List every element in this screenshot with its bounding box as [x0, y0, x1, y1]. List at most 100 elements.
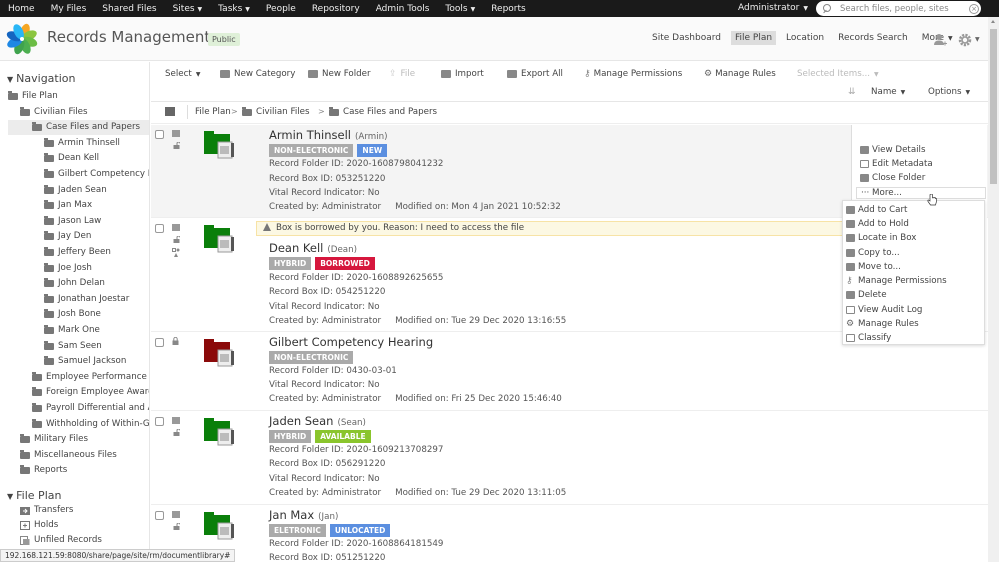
- gear-icon[interactable]: [958, 33, 972, 47]
- row-checkbox[interactable]: [155, 130, 164, 139]
- tree-item[interactable]: Case Files and Papers: [8, 120, 149, 136]
- action-close-folder[interactable]: Close Folder: [860, 173, 925, 183]
- tree-item[interactable]: Josh Bone: [44, 307, 101, 322]
- tree-item[interactable]: Mark One: [44, 323, 100, 338]
- menu-manage-permissions[interactable]: ⚷ Manage Permissions: [846, 274, 947, 287]
- tree-item[interactable]: Miscellaneous Files: [20, 448, 117, 463]
- record-title[interactable]: Jan Max (Jan): [269, 508, 338, 522]
- tree-item[interactable]: Joe Josh: [44, 261, 92, 276]
- tree-item[interactable]: Military Files: [20, 432, 88, 447]
- tree-item[interactable]: Jeffery Been: [44, 245, 111, 260]
- site-nav-location[interactable]: Location: [782, 31, 828, 45]
- tree-item[interactable]: Foreign Employee Award F: [32, 385, 149, 400]
- navigation-section-header[interactable]: ▼ Navigation: [7, 72, 76, 85]
- tree-item[interactable]: John Delan: [44, 276, 105, 291]
- clear-search-icon[interactable]: ×: [969, 3, 979, 14]
- user-menu[interactable]: Administrator ▼: [738, 0, 808, 17]
- tree-item[interactable]: Payroll Differential and Allo: [32, 401, 149, 416]
- sort-direction-button[interactable]: ⇊: [848, 87, 856, 97]
- menu-manage-rules[interactable]: ⚙ Manage Rules: [846, 317, 919, 330]
- row-checkbox[interactable]: [155, 417, 164, 426]
- tree-item[interactable]: Reports: [20, 463, 67, 478]
- tree-item[interactable]: Withholding of Within-Grad: [32, 417, 149, 432]
- import-button[interactable]: Import: [441, 69, 484, 79]
- nav-tasks[interactable]: Tasks ▼: [210, 4, 258, 14]
- tree-item[interactable]: Gilbert Competency He: [44, 167, 149, 182]
- scrollbar-thumb[interactable]: [990, 29, 997, 184]
- modified-on: Modified on: Fri 25 Dec 2020 15:46:40: [395, 394, 562, 404]
- search-input[interactable]: [840, 3, 965, 14]
- menu-move-to[interactable]: Move to...: [846, 260, 901, 273]
- tree-item[interactable]: Jay Den: [44, 229, 91, 244]
- tree-item[interactable]: Civilian Files: [20, 105, 88, 120]
- menu-locate-in-box[interactable]: Locate in Box: [846, 231, 916, 244]
- folder-icon: [44, 247, 54, 256]
- folder-icon: [32, 418, 42, 428]
- record-row[interactable]: Jaden Sean (Sean) HYBRID AVAILABLE Record…: [151, 412, 988, 505]
- site-nav-records-search[interactable]: Records Search: [834, 31, 912, 45]
- site-nav-file-plan[interactable]: File Plan: [730, 31, 777, 45]
- record-row[interactable]: Jan Max (Jan) ELETRONIC UNLOCATED Record …: [151, 506, 988, 562]
- join-site-user-icon[interactable]: [933, 33, 947, 47]
- menu-classify[interactable]: Classify: [846, 331, 891, 344]
- nav-people[interactable]: People: [258, 4, 304, 14]
- record-title[interactable]: Jaden Sean (Sean): [269, 414, 366, 428]
- fileplan-transfers[interactable]: Transfers: [20, 503, 73, 518]
- fileplan-unfiled-records[interactable]: Unfiled Records: [20, 533, 102, 548]
- menu-add-to-hold[interactable]: Add to Hold: [846, 217, 909, 230]
- selected-items-menu[interactable]: Selected Items... ▼: [797, 69, 879, 79]
- action-more-button[interactable]: ··· More...: [856, 187, 986, 199]
- options-menu[interactable]: Options ▼: [928, 87, 970, 97]
- page-scrollbar[interactable]: [988, 17, 999, 562]
- fileplan-holds[interactable]: Holds: [20, 518, 58, 533]
- tree-item[interactable]: Armin Thinsell: [44, 136, 120, 151]
- tree-item[interactable]: Jason Law: [44, 214, 101, 229]
- menu-delete[interactable]: Delete: [846, 288, 887, 301]
- nav-repository[interactable]: Repository: [304, 4, 368, 14]
- add-to-cart-icon: [846, 205, 855, 214]
- site-nav-dashboard[interactable]: Site Dashboard: [648, 31, 725, 45]
- nav-shared-files[interactable]: Shared Files: [94, 4, 164, 14]
- select-menu[interactable]: Select ▼: [165, 69, 200, 79]
- fileplan-section-header[interactable]: ▼ File Plan: [7, 489, 61, 502]
- nav-tools[interactable]: Tools ▼: [437, 4, 483, 14]
- new-folder-label: New Folder: [322, 69, 371, 79]
- menu-copy-to[interactable]: Copy to...: [846, 246, 900, 259]
- tree-item[interactable]: Jaden Sean: [44, 183, 107, 198]
- manage-permissions-button[interactable]: ⚷ Manage Permissions: [584, 69, 682, 79]
- menu-add-to-cart[interactable]: Add to Cart: [846, 203, 907, 216]
- sort-by-menu[interactable]: Name ▼: [871, 87, 905, 97]
- record-title[interactable]: Dean Kell (Dean): [269, 241, 357, 255]
- nav-admin-tools[interactable]: Admin Tools: [368, 4, 438, 14]
- tree-item[interactable]: Employee Performance File: [32, 370, 149, 385]
- rules-icon: ⚙: [846, 318, 855, 329]
- action-edit-metadata[interactable]: Edit Metadata: [860, 159, 933, 169]
- nav-home[interactable]: Home: [0, 4, 43, 14]
- record-title[interactable]: Armin Thinsell (Armin): [269, 128, 388, 142]
- nav-my-files[interactable]: My Files: [43, 4, 95, 14]
- parent-folder-icon[interactable]: [165, 107, 175, 116]
- tree-item[interactable]: Dean Kell: [44, 151, 99, 166]
- row-checkbox[interactable]: [155, 338, 164, 347]
- row-checkbox[interactable]: [155, 224, 164, 233]
- nav-reports[interactable]: Reports: [483, 4, 534, 14]
- export-all-button[interactable]: Export All: [507, 69, 563, 79]
- menu-view-audit-log[interactable]: View Audit Log: [846, 303, 922, 316]
- tree-item[interactable]: File Plan: [8, 89, 58, 104]
- new-folder-button[interactable]: New Folder: [308, 69, 371, 79]
- record-title[interactable]: Gilbert Competency Hearing: [269, 335, 433, 349]
- manage-rules-button[interactable]: ⚙ Manage Rules: [704, 69, 776, 79]
- row-checkbox[interactable]: [155, 511, 164, 520]
- tree-item[interactable]: Sam Seen: [44, 339, 102, 354]
- tree-item[interactable]: Jonathan Joestar: [44, 292, 129, 307]
- breadcrumb-file-plan[interactable]: File Plan: [195, 107, 231, 117]
- breadcrumb-civilian-files[interactable]: Civilian Files: [242, 106, 310, 117]
- nav-sites[interactable]: Sites ▼: [165, 4, 211, 14]
- new-category-button[interactable]: New Category: [220, 69, 295, 79]
- tree-item[interactable]: Jan Max: [44, 198, 92, 213]
- file-upload-button[interactable]: ⇪ File: [389, 69, 415, 79]
- scroll-up-icon[interactable]: [991, 20, 995, 23]
- tree-item[interactable]: Samuel Jackson: [44, 354, 126, 369]
- search-icon[interactable]: [822, 3, 832, 14]
- action-view-details[interactable]: View Details: [860, 145, 926, 155]
